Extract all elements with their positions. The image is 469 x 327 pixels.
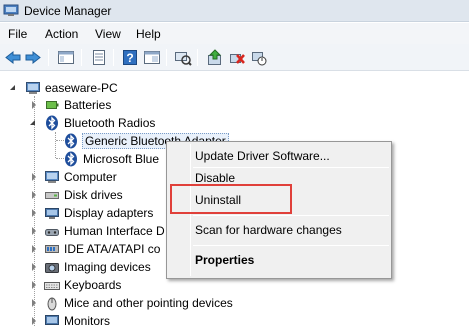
help-icon[interactable]: ? bbox=[121, 49, 139, 66]
expand-arrow-icon[interactable] bbox=[32, 317, 36, 325]
menu-bar: File Action View Help bbox=[0, 23, 469, 44]
title-bar: Device Manager bbox=[0, 0, 469, 22]
toolbar-separator bbox=[113, 49, 114, 66]
hid-icon bbox=[45, 229, 59, 236]
toolbar-separator bbox=[48, 49, 49, 66]
monitor-icon bbox=[45, 315, 59, 325]
keyboard-icon bbox=[44, 282, 60, 290]
ide-controller-icon bbox=[45, 245, 59, 253]
tree-root-label: easeware-PC bbox=[45, 81, 118, 95]
menu-item-scan-hardware[interactable]: Scan for hardware changes bbox=[195, 223, 342, 237]
menu-view[interactable]: View bbox=[95, 27, 121, 41]
menu-separator bbox=[193, 215, 389, 216]
tree-item-label: Imaging devices bbox=[64, 260, 151, 274]
uninstall-icon[interactable] bbox=[228, 49, 246, 66]
back-arrow-icon[interactable] bbox=[4, 49, 22, 66]
expand-arrow-icon[interactable] bbox=[32, 191, 36, 199]
collapse-arrow-icon[interactable] bbox=[30, 120, 35, 125]
disk-drive-icon bbox=[45, 192, 59, 199]
disable-icon[interactable] bbox=[250, 49, 268, 66]
menu-file[interactable]: File bbox=[8, 27, 27, 41]
console-icon[interactable] bbox=[143, 49, 161, 66]
computer-icon bbox=[26, 82, 40, 94]
bluetooth-icon bbox=[65, 151, 77, 167]
computer-icon bbox=[45, 171, 59, 183]
bluetooth-icon bbox=[65, 133, 77, 149]
expand-arrow-icon[interactable] bbox=[32, 299, 36, 307]
tree-item-label: Batteries bbox=[64, 98, 112, 112]
menu-item-properties[interactable]: Properties bbox=[195, 253, 254, 267]
menu-help[interactable]: Help bbox=[136, 27, 161, 41]
expand-arrow-icon[interactable] bbox=[32, 209, 36, 217]
camera-icon bbox=[45, 263, 59, 273]
tree-item-monitors[interactable]: Monitors bbox=[0, 312, 300, 327]
tree-item-label: Bluetooth Radios bbox=[64, 116, 156, 130]
tree-item-label: Display adapters bbox=[64, 206, 154, 220]
bluetooth-icon bbox=[46, 115, 58, 131]
expand-arrow-icon[interactable] bbox=[32, 263, 36, 271]
device-manager-icon bbox=[3, 4, 19, 16]
toolbar-separator bbox=[166, 49, 167, 66]
toolbar: ? bbox=[0, 44, 469, 71]
menu-action[interactable]: Action bbox=[45, 27, 78, 41]
menu-item-update-driver[interactable]: Update Driver Software... bbox=[195, 149, 330, 163]
menu-separator bbox=[193, 245, 389, 246]
display-adapter-icon bbox=[45, 208, 59, 219]
tree-item-mice[interactable]: Mice and other pointing devices bbox=[0, 294, 300, 312]
tree-item-label: Microsoft Blue bbox=[83, 152, 160, 166]
forward-arrow-icon[interactable] bbox=[24, 49, 42, 66]
scan-hardware-icon[interactable] bbox=[174, 49, 192, 66]
tree-item-label: IDE ATA/ATAPI co bbox=[64, 242, 161, 256]
toolbar-separator bbox=[81, 49, 82, 66]
expand-arrow-icon[interactable] bbox=[32, 227, 36, 235]
uninstall-highlight-box bbox=[170, 184, 292, 214]
tree-item-label: Mice and other pointing devices bbox=[64, 296, 233, 310]
expand-arrow-icon[interactable] bbox=[32, 101, 36, 109]
tree-item-label: Human Interface D bbox=[64, 224, 165, 238]
tree-item-label: Disk drives bbox=[64, 188, 123, 202]
expand-arrow-icon[interactable] bbox=[32, 281, 36, 289]
show-hide-console-tree-icon[interactable] bbox=[57, 49, 75, 66]
update-driver-icon[interactable] bbox=[206, 49, 224, 66]
expand-arrow-icon[interactable] bbox=[32, 173, 36, 181]
svg-text:?: ? bbox=[126, 51, 133, 65]
tree-item-batteries[interactable]: Batteries bbox=[0, 96, 300, 114]
mouse-icon bbox=[47, 297, 57, 311]
menu-item-disable[interactable]: Disable bbox=[195, 171, 235, 185]
toolbar-separator bbox=[197, 49, 198, 66]
tree-item-bluetooth-radios[interactable]: Bluetooth Radios bbox=[0, 114, 300, 132]
menu-separator bbox=[193, 167, 389, 168]
tree-item-label: Keyboards bbox=[64, 278, 122, 292]
tree-root-row[interactable]: easeware-PC bbox=[0, 79, 469, 97]
collapse-arrow-icon[interactable] bbox=[10, 85, 15, 90]
properties-icon[interactable] bbox=[90, 49, 108, 66]
window-title: Device Manager bbox=[24, 4, 112, 18]
battery-icon bbox=[46, 101, 59, 109]
expand-arrow-icon[interactable] bbox=[32, 245, 36, 253]
tree-item-label: Computer bbox=[64, 170, 117, 184]
tree-item-label: Monitors bbox=[64, 314, 111, 327]
